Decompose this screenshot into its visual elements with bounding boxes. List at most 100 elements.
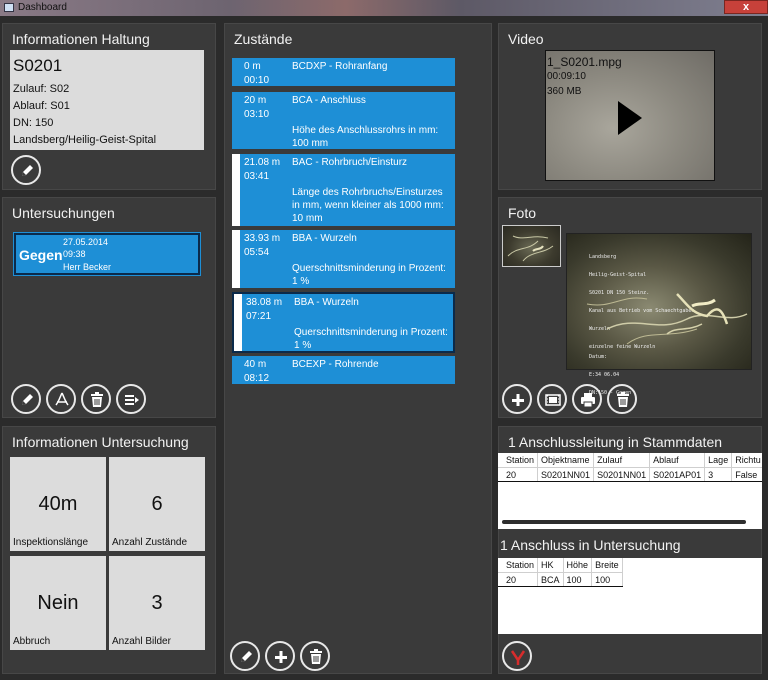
zustand-time: 05:54 [244,247,270,258]
zustand-time: 08:12 [244,373,270,384]
zustand-time: 07:21 [246,311,272,322]
tile-anzahl-zustaende: 6 Anzahl Zustände [109,457,205,551]
haltung-zulauf: Zulauf: S02 [13,83,70,95]
zustand-time: 00:10 [244,75,270,86]
delete-untersuchung-button[interactable] [81,384,111,414]
haltung-dn: DN: 150 [13,117,54,129]
column-header[interactable]: Lage [704,453,733,468]
zustand-code: BBA - Wurzeln [294,297,359,308]
table-header-row: Station HK Höhe Breite [498,558,624,573]
zustand-item[interactable]: 33.93 m 05:54 BBA - Wurzeln Querschnitts… [232,230,455,288]
column-header[interactable]: Höhe [563,558,593,573]
photo-thumbnail[interactable] [502,225,561,267]
edit-zustand-button[interactable] [230,641,260,671]
haltung-info-box: S0201 Zulauf: S02 Ablauf: S01 DN: 150 La… [10,50,204,150]
edit-untersuchung-button[interactable] [11,384,41,414]
table-cell: BCA [537,572,564,587]
zustand-item[interactable]: 40 m 08:12 BCEXP - Rohrende [232,356,455,384]
column-header[interactable]: Ablauf [649,453,706,468]
zustand-marker [234,294,242,351]
column-header[interactable]: Zulauf [593,453,651,468]
zustand-meter: 40 m [244,359,267,370]
zustand-meter: 0 m [244,61,261,72]
zustand-item[interactable]: 20 m 03:10 BCA - Anschluss Höhe des Ansc… [232,92,455,149]
video-duration: 00:09:10 [547,71,586,82]
tile-label: Abbruch [13,636,51,647]
table-cell: S0201NN01 [537,467,595,482]
connection-button[interactable] [502,641,532,671]
print-button[interactable] [572,384,602,414]
panel-title: Zustände [234,31,293,47]
untersuchung-time: 09:38 [63,249,86,259]
column-header[interactable]: HK [537,558,564,573]
haltung-ort: Landsberg/Heilig-Geist-Spital [13,134,157,146]
panel-title: Foto [508,205,537,221]
column-header[interactable]: Richtu [731,453,762,468]
add-photo-button[interactable] [502,384,532,414]
edit-haltung-button[interactable] [11,155,41,185]
pencil-icon [22,165,33,176]
zustand-meter: 38.08 m [246,297,283,308]
tile-value: Nein [37,592,79,614]
zustand-marker [232,230,240,288]
video-filename: 1_S0201.mpg [547,55,622,69]
untersuchung-date: 27.05.2014 [63,237,109,247]
plus-icon [512,394,524,406]
table-cell: 3 [704,467,733,482]
table-cell: 100 [563,572,593,587]
add-zustand-button[interactable] [265,641,295,671]
zustand-item[interactable]: 21.08 m 03:41 BAC - Rohrbruch/Einsturz L… [232,154,455,226]
anschluss-table[interactable]: Station HK Höhe Breite 20 BCA 100 100 [498,558,762,634]
video-size: 360 MB [547,86,582,97]
zustand-desc: Länge des Rohrbruchs/Einsturzes in mm, w… [292,187,444,224]
pdf-icon [55,392,69,406]
photo-line: Datum: [589,354,608,360]
delete-photo-button[interactable] [607,384,637,414]
horizontal-scrollbar[interactable] [502,520,746,524]
zustand-marker [232,154,240,226]
column-header[interactable]: Breite [591,558,624,573]
zustand-item-selected[interactable]: 38.08 m 07:21 BBA - Wurzeln Querschnitts… [232,292,455,353]
video-player[interactable]: 1_S0201.mpg 00:09:10 360 MB [545,50,715,181]
zustand-code: BCA - Anschluss [292,95,366,106]
pdf-export-button[interactable] [46,384,76,414]
tile-label: Inspektionslänge [13,537,89,548]
film-icon [545,394,561,406]
zustand-time: 03:41 [244,171,270,182]
table-cell: 20 [498,467,539,482]
film-button[interactable] [537,384,567,414]
tile-value: 6 [151,493,163,515]
table-cell: S0201AP01 [649,467,706,482]
close-button[interactable]: x [724,0,768,14]
column-header[interactable]: Station [498,453,539,468]
title-bar: Dashboard x [0,0,768,16]
tile-label: Anzahl Bilder [112,636,171,647]
zustand-meter: 21.08 m [244,157,281,168]
untersuchung-item[interactable]: Gegen 27.05.2014 09:38 Herr Becker [14,233,200,275]
table-row[interactable]: 20 S0201NN01 S0201NN01 S0201AP01 3 False [498,467,762,482]
connection-icon [510,650,526,665]
zustand-item[interactable]: 0 m 00:10 BCDXP - Rohranfang [232,58,455,86]
column-header[interactable]: Objektname [537,453,595,468]
play-icon[interactable] [618,101,642,135]
table-cell: False [731,467,762,482]
table-row[interactable]: 20 BCA 100 100 [498,572,624,587]
column-header[interactable]: Station [498,558,539,573]
zustand-code: BBA - Wurzeln [292,233,357,244]
anschlussleitung-table[interactable]: Station Objektname Zulauf Ablauf Lage Ri… [498,453,762,529]
transfer-button[interactable] [116,384,146,414]
printer-icon [581,393,595,408]
list-transfer-icon [125,395,139,405]
pencil-icon [22,394,33,405]
trash-icon [310,649,322,664]
roots-image [507,235,554,262]
zustand-time: 03:10 [244,109,270,120]
main-photo[interactable]: Landsberg Heilig-Geist-Spital S0201 DN 1… [566,233,752,396]
table-cell: 100 [591,572,624,587]
zustand-code: BAC - Rohrbruch/Einsturz [292,157,408,168]
panel-title: 1 Anschlussleitung in Stammdaten [508,434,723,450]
haltung-id: S0201 [13,56,63,75]
delete-zustand-button[interactable] [300,641,330,671]
tile-inspektionslaenge: 40m Inspektionslänge [10,457,106,551]
window-title: Dashboard [18,2,67,13]
